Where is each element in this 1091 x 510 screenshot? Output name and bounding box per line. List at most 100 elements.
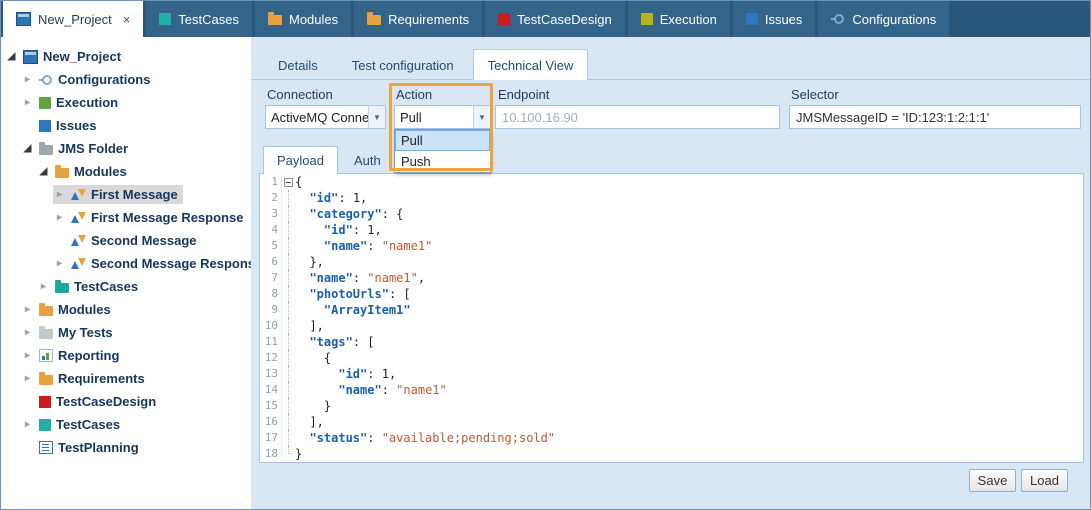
tree-item-testplanning[interactable]: TestPlanning xyxy=(1,436,251,459)
fold-guide-line xyxy=(288,206,289,222)
line-number: 1 xyxy=(260,174,282,190)
connection-select-value: ActiveMQ Conne xyxy=(266,110,368,125)
expander-closed-icon[interactable] xyxy=(21,304,34,315)
tree-item-first-message[interactable]: First Message xyxy=(1,183,251,206)
tree-item-modules[interactable]: Modules xyxy=(1,160,251,183)
tab-payload[interactable]: Payload xyxy=(263,146,338,174)
tree-item-jms-folder[interactable]: JMS Folder xyxy=(1,137,251,160)
tree-item-testcases[interactable]: TestCases xyxy=(1,413,251,436)
top-tab-testcasedesign[interactable]: TestCaseDesign xyxy=(485,1,625,37)
line-number: 10 xyxy=(260,318,282,334)
code-line: 12 { xyxy=(260,350,1083,366)
expander-closed-icon[interactable] xyxy=(21,97,34,108)
load-button[interactable]: Load xyxy=(1021,469,1068,492)
save-button[interactable]: Save xyxy=(969,469,1016,492)
code-line: 14 "name": "name1" xyxy=(260,382,1083,398)
fold-guide-line xyxy=(288,254,289,270)
tree-item-configurations[interactable]: Configurations xyxy=(1,68,251,91)
tree-item-body: My Tests xyxy=(21,323,118,342)
code-text: "ArrayItem1" xyxy=(295,302,411,318)
folder-orange-icon xyxy=(55,168,69,178)
folder-light-icon xyxy=(39,329,53,339)
chevron-down-icon[interactable] xyxy=(368,106,385,128)
sq-blue-icon xyxy=(746,13,758,25)
expander-closed-icon[interactable] xyxy=(37,281,50,292)
tab-test-configuration[interactable]: Test configuration xyxy=(337,49,469,80)
fold-column xyxy=(282,254,295,270)
fold-column xyxy=(282,190,295,206)
top-tab-configurations[interactable]: Configurations xyxy=(818,1,949,37)
expander-closed-icon[interactable] xyxy=(21,373,34,384)
folder-orange-icon xyxy=(39,306,53,316)
code-line: 18} xyxy=(260,446,1083,462)
message-icon xyxy=(71,234,86,247)
fold-guide-line xyxy=(288,430,289,446)
tree-item-label: TestCaseDesign xyxy=(56,394,156,409)
expander-open-icon[interactable] xyxy=(37,166,50,177)
code-line: 4 "id": 1, xyxy=(260,222,1083,238)
code-line: 10 ], xyxy=(260,318,1083,334)
folder-orange-icon xyxy=(268,15,282,25)
connection-select[interactable]: ActiveMQ Conne xyxy=(265,105,386,129)
fold-guide-line xyxy=(288,398,289,414)
tree-item-body: TestCaseDesign xyxy=(21,392,161,411)
top-tab-label: Issues xyxy=(765,12,803,27)
tab-technical-view[interactable]: Technical View xyxy=(473,49,589,80)
close-tab-icon[interactable]: × xyxy=(123,12,131,27)
tree-item-label: Modules xyxy=(74,164,127,179)
tree-item-body: TestPlanning xyxy=(21,438,144,457)
tree-item-second-message[interactable]: Second Message xyxy=(1,229,251,252)
expander-closed-icon[interactable] xyxy=(21,327,34,338)
top-tab-modules[interactable]: Modules xyxy=(255,1,351,37)
expander-closed-icon[interactable] xyxy=(53,189,66,200)
expander-open-icon[interactable] xyxy=(21,143,34,154)
application-window: New_Project×TestCasesModulesRequirements… xyxy=(0,0,1091,510)
tree-item-requirements[interactable]: Requirements xyxy=(1,367,251,390)
dropdown-option-pull[interactable]: Pull xyxy=(395,130,490,151)
tree-item-label: Issues xyxy=(56,118,96,133)
tree-item-testcases[interactable]: TestCases xyxy=(1,275,251,298)
tree-item-label: My Tests xyxy=(58,325,113,340)
expander-closed-icon[interactable] xyxy=(53,258,66,269)
fold-guide-line xyxy=(288,270,289,286)
tab-auth[interactable]: Auth xyxy=(340,146,395,174)
expander-open-icon[interactable] xyxy=(5,51,18,62)
fold-collapse-icon[interactable] xyxy=(284,178,293,187)
tree-item-first-message-response[interactable]: First Message Response xyxy=(1,206,251,229)
top-tab-testcases[interactable]: TestCases xyxy=(146,1,252,37)
expander-closed-icon[interactable] xyxy=(21,74,34,85)
tree-item-label: TestCases xyxy=(74,279,138,294)
code-lines: 1{2 "id": 1,3 "category": {4 "id": 1,5 "… xyxy=(260,174,1083,462)
top-tab-execution[interactable]: Execution xyxy=(628,1,730,37)
chevron-down-icon[interactable] xyxy=(473,106,490,128)
line-number: 7 xyxy=(260,270,282,286)
top-tab-issues[interactable]: Issues xyxy=(733,1,816,37)
tree-item-second-message-response[interactable]: Second Message Response xyxy=(1,252,251,275)
tree-item-testcasedesign[interactable]: TestCaseDesign xyxy=(1,390,251,413)
tab-details[interactable]: Details xyxy=(263,49,333,80)
endpoint-input[interactable] xyxy=(495,105,780,129)
fold-guide-line xyxy=(288,334,289,350)
fold-column xyxy=(282,222,295,238)
tree-item-execution[interactable]: Execution xyxy=(1,91,251,114)
line-number: 6 xyxy=(260,254,282,270)
tree-item-label: Configurations xyxy=(58,72,150,87)
top-tab-requirements[interactable]: Requirements xyxy=(354,1,482,37)
tree-item-new-project[interactable]: New_Project xyxy=(1,45,251,68)
selector-input[interactable] xyxy=(789,105,1081,129)
expander-closed-icon[interactable] xyxy=(21,419,34,430)
tree-item-reporting[interactable]: Reporting xyxy=(1,344,251,367)
dropdown-option-push[interactable]: Push xyxy=(395,151,490,172)
tree-item-label: TestCases xyxy=(56,417,120,432)
action-select[interactable]: Pull xyxy=(394,105,491,129)
tree-item-issues[interactable]: Issues xyxy=(1,114,251,137)
code-text: "tags": [ xyxy=(295,334,375,350)
expander-closed-icon[interactable] xyxy=(21,350,34,361)
fold-column xyxy=(282,334,295,350)
fold-guide-line xyxy=(288,414,289,430)
expander-closed-icon[interactable] xyxy=(53,212,66,223)
top-tab-new-project[interactable]: New_Project× xyxy=(3,1,143,37)
tree-item-my-tests[interactable]: My Tests xyxy=(1,321,251,344)
json-editor[interactable]: 1{2 "id": 1,3 "category": {4 "id": 1,5 "… xyxy=(259,173,1084,463)
tree-item-modules[interactable]: Modules xyxy=(1,298,251,321)
